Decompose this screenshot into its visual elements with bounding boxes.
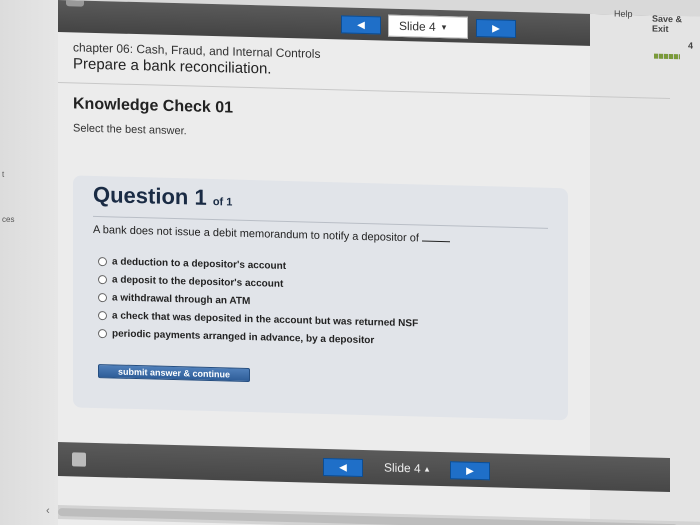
option-4[interactable]: a check that was deposited in the accoun… [98, 310, 418, 329]
question-number: Question 1 [93, 181, 207, 210]
question-text: A bank does not issue a debit memorandum… [93, 224, 450, 245]
arrow-left-icon: ◀ [357, 19, 365, 31]
option-label: a check that was deposited in the accoun… [112, 310, 419, 330]
arrow-right-icon: ▶ [466, 465, 474, 477]
question-panel: Question 1 of 1 A bank does not issue a … [73, 175, 568, 421]
option-1[interactable]: a deduction to a depositor's account [98, 256, 286, 272]
notes-icon[interactable] [72, 452, 86, 467]
answer-blank [421, 240, 450, 243]
radio-icon[interactable] [98, 293, 107, 303]
radio-icon[interactable] [98, 329, 107, 339]
arrow-left-icon: ◀ [339, 461, 347, 474]
left-gutter: t ces [0, 0, 58, 525]
help-link[interactable]: Help [614, 9, 633, 19]
gutter-text-b: ces [2, 215, 15, 224]
knowledge-check-title: Knowledge Check 01 [73, 95, 234, 117]
scroll-left-icon[interactable]: ‹ [46, 505, 50, 517]
option-3[interactable]: a withdrawal through an ATM [98, 292, 250, 307]
option-label: a deduction to a depositor's account [112, 256, 287, 272]
save-exit-link[interactable]: Save & Exit [652, 14, 700, 35]
right-toolbar: Help Save & Exit 4 4 [590, 9, 700, 525]
chevron-down-icon: ▾ [441, 21, 447, 32]
option-5[interactable]: periodic payments arranged in advance, b… [98, 328, 374, 346]
gutter-text-a: t [2, 170, 5, 179]
bottom-nav-bar: ◀ Slide 4 ▴ ▶ [58, 442, 670, 493]
scroll-thumb[interactable] [58, 508, 678, 525]
question-count: of 1 [212, 196, 233, 209]
content-frame: ◀ Slide 4 ▾ ▶ Help Save & Exit 4 4 chapt… [46, 0, 700, 525]
arrow-right-icon: ▶ [492, 22, 500, 35]
bottom-slide-selector[interactable]: Slide 4 ▴ [374, 456, 446, 480]
bottom-prev-slide-button[interactable]: ◀ [323, 457, 363, 477]
top-nav-bar: ◀ Slide 4 ▾ ▶ [58, 0, 670, 49]
question-prompt: A bank does not issue a debit memorandum… [93, 223, 419, 245]
option-label: periodic payments arranged in advance, b… [112, 328, 375, 347]
page-number: 4 [688, 40, 694, 51]
chevron-up-icon: ▴ [424, 463, 430, 474]
progress-indicator [654, 53, 680, 60]
slide-label: Slide 4 [399, 18, 436, 34]
slide-selector[interactable]: Slide 4 ▾ [388, 14, 468, 39]
knowledge-check-instruction: Select the best answer. [73, 122, 187, 138]
option-label: a deposit to the depositor's account [112, 274, 284, 290]
option-label: a withdrawal through an ATM [112, 292, 251, 308]
question-title: Question 1 of 1 [93, 182, 232, 212]
scroll-right-icon[interactable]: › [682, 521, 686, 525]
menu-tab-icon[interactable] [66, 0, 84, 7]
radio-icon[interactable] [98, 275, 107, 285]
radio-icon[interactable] [98, 257, 107, 267]
bottom-next-slide-button[interactable]: ▶ [450, 461, 490, 481]
slide-label: Slide 4 [384, 460, 421, 476]
radio-icon[interactable] [98, 311, 107, 321]
option-2[interactable]: a deposit to the depositor's account [98, 274, 283, 290]
prev-slide-button[interactable]: ◀ [341, 15, 381, 35]
next-slide-button[interactable]: ▶ [476, 18, 516, 38]
submit-answer-button[interactable]: submit answer & continue [98, 364, 250, 383]
